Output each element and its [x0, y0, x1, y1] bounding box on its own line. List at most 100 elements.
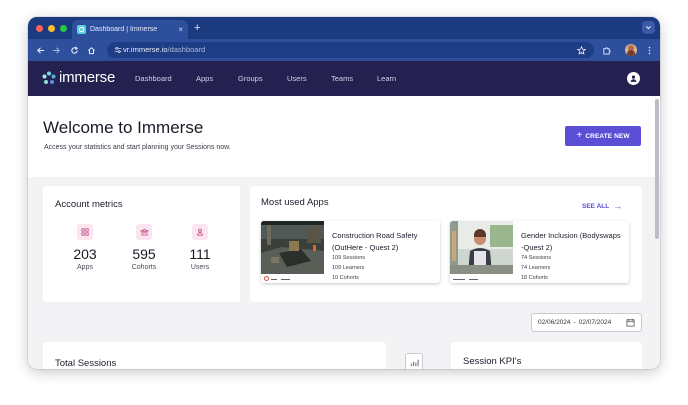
app-card-construction-road-safety[interactable]: ▬▬ ▬▬▬ Construction Road Safety (OutHere…	[261, 221, 440, 283]
back-arrow-icon	[36, 46, 44, 54]
reload-icon	[70, 46, 78, 54]
construction-scene-image	[261, 221, 324, 274]
metric-label: Apps	[77, 264, 93, 271]
address-bar[interactable]: vr.immerse.io/dashboard	[107, 42, 594, 58]
tab-title: Dashboard | Immerse	[90, 26, 158, 33]
nav-apps[interactable]: Apps	[196, 74, 213, 83]
maximize-window-button[interactable]	[60, 25, 67, 32]
see-all-link[interactable]: SEE ALL →	[582, 201, 622, 211]
bar-chart-icon	[410, 359, 419, 366]
account-metrics-card: Account metrics 203 Apps 595 Cohorts 111…	[43, 186, 240, 302]
welcome-section: Welcome to Immerse Access your statistic…	[28, 96, 660, 177]
outhere-logo-icon	[264, 276, 269, 281]
app-learners: 74 Learners	[521, 265, 551, 271]
app-cohorts: 10 Cohorts	[332, 275, 359, 281]
extensions-button[interactable]	[599, 43, 613, 57]
user-account-button[interactable]	[627, 72, 640, 85]
app-thumbnail: ▬▬ ▬▬▬	[261, 221, 324, 283]
brand-name: immerse	[59, 69, 116, 86]
browser-tab[interactable]: Dashboard | Immerse ×	[72, 20, 188, 39]
gender-inclusion-scene-image	[450, 221, 513, 274]
app-learners: 109 Learners	[332, 265, 365, 271]
group-icon	[136, 224, 152, 240]
chart-type-button[interactable]	[405, 353, 423, 369]
most-used-apps-card: Most used Apps SEE ALL → ▬▬ ▬▬▬ Construc…	[250, 186, 642, 302]
profile-avatar[interactable]	[625, 44, 637, 56]
app-card-gender-inclusion[interactable]: ▬▬▬▬ ▬▬▬ Gender Inclusion (Bodyswaps -Qu…	[450, 221, 629, 283]
total-sessions-card: Total Sessions	[43, 342, 423, 369]
browser-menu-button[interactable]	[642, 43, 656, 57]
bodyswaps-logo-icon: ▬▬▬▬	[453, 276, 465, 281]
close-window-button[interactable]	[36, 25, 43, 32]
home-icon	[87, 46, 95, 54]
nav-groups[interactable]: Groups	[238, 74, 263, 83]
see-all-label: SEE ALL	[582, 202, 610, 210]
create-new-button[interactable]: + CREATE NEW	[565, 126, 641, 146]
nav-learn[interactable]: Learn	[377, 74, 396, 83]
immerse-logo-icon	[42, 71, 56, 84]
meta-quest-logo-icon: ▬▬▬	[469, 276, 478, 281]
new-tab-button[interactable]: +	[194, 21, 200, 35]
app-thumbnail-footer: ▬▬ ▬▬▬	[261, 274, 324, 283]
user-icon	[192, 224, 208, 240]
metric-users: 111 Users	[180, 224, 220, 271]
date-range-end: 02/07/2024	[578, 319, 612, 326]
back-button[interactable]	[33, 43, 47, 57]
app-name: Construction Road Safety (OutHere - Ques…	[332, 231, 418, 252]
date-range-separator: -	[573, 319, 576, 326]
puzzle-icon	[602, 46, 611, 55]
metric-value: 111	[189, 246, 211, 262]
create-new-label: CREATE NEW	[585, 132, 630, 140]
session-kpis-title: Session KPI's	[463, 356, 522, 367]
app-cohorts: 18 Cohorts	[521, 275, 548, 281]
bookmark-star-icon[interactable]	[576, 45, 586, 55]
app-name: Gender Inclusion (Bodyswaps -Quest 2)	[521, 231, 621, 252]
immerse-favicon-icon	[77, 25, 86, 34]
app-sessions: 109 Sessions	[332, 255, 366, 261]
site-settings-icon[interactable]	[113, 45, 123, 55]
most-used-apps-title: Most used Apps	[261, 197, 329, 208]
arrow-right-icon: →	[613, 201, 623, 211]
outhere-logo-icon: ▬▬	[271, 276, 277, 281]
page-subtitle: Access your statistics and start plannin…	[44, 144, 231, 151]
nav-dashboard[interactable]: Dashboard	[135, 74, 172, 83]
date-range-start: 02/06/2024	[538, 319, 571, 326]
account-metrics-title: Account metrics	[55, 199, 123, 210]
nav-users[interactable]: Users	[287, 74, 307, 83]
user-icon	[630, 75, 637, 82]
metric-label: Users	[190, 264, 210, 271]
url-path: /dashboard	[167, 45, 206, 54]
kebab-menu-icon	[648, 46, 650, 54]
grid-icon	[77, 224, 93, 240]
forward-button[interactable]	[49, 43, 63, 57]
browser-window: Dashboard | Immerse × + vr.immerse.io/da…	[28, 17, 660, 369]
minimize-window-button[interactable]	[48, 25, 55, 32]
tab-close-icon[interactable]: ×	[178, 25, 183, 34]
browser-tab-strip: Dashboard | Immerse × +	[28, 17, 660, 39]
url-host: vr.immerse.io	[123, 45, 168, 54]
date-range-picker[interactable]: 02/06/2024 - 02/07/2024	[531, 313, 642, 332]
chevron-down-icon	[646, 26, 651, 30]
nav-teams[interactable]: Teams	[331, 74, 353, 83]
metric-label: Cohorts	[131, 264, 157, 271]
app-thumbnail-footer: ▬▬▬▬ ▬▬▬	[450, 274, 513, 283]
total-sessions-title: Total Sessions	[55, 358, 117, 369]
app-thumbnail: ▬▬▬▬ ▬▬▬	[450, 221, 513, 283]
reload-button[interactable]	[67, 43, 81, 57]
immerse-logo[interactable]: immerse	[42, 70, 115, 85]
plus-icon: +	[576, 130, 583, 141]
metric-cohorts: 595 Cohorts	[124, 224, 164, 271]
session-kpis-card: Session KPI's	[451, 342, 642, 369]
metric-value: 203	[73, 246, 97, 262]
meta-quest-logo-icon: ▬▬▬	[281, 276, 290, 281]
app-sessions: 74 Sessions	[521, 255, 551, 261]
metric-apps: 203 Apps	[65, 224, 105, 271]
app-navbar: immerse Dashboard Apps Groups Users Team…	[28, 61, 660, 96]
calendar-icon	[626, 318, 635, 327]
metric-value: 595	[132, 246, 156, 262]
home-button[interactable]	[84, 43, 98, 57]
url-text: vr.immerse.io/dashboard	[123, 45, 205, 54]
forward-arrow-icon	[52, 46, 60, 54]
page-scrollbar[interactable]	[655, 99, 659, 239]
tab-search-button[interactable]	[642, 21, 655, 34]
